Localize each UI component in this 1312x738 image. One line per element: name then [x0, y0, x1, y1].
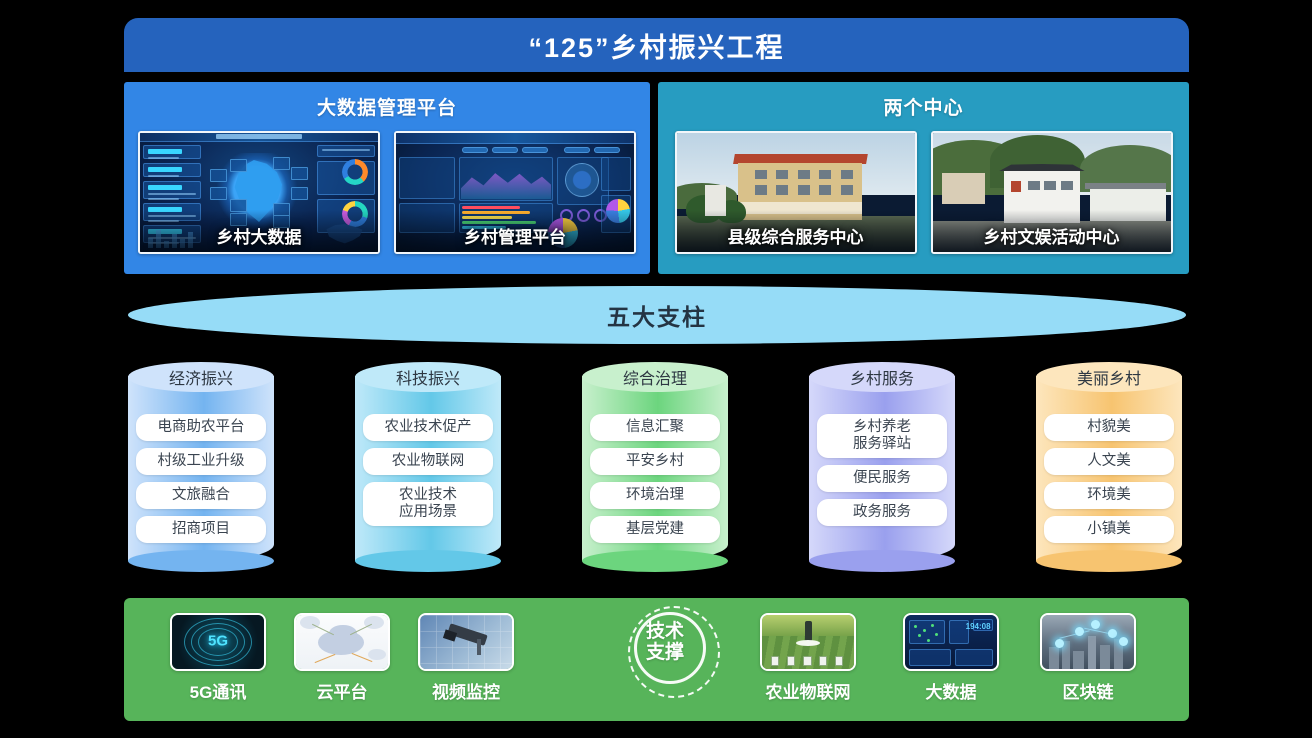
tech-item-label: 区块链	[1062, 683, 1114, 702]
tech-item-label: 云平台	[316, 683, 368, 702]
tech-item-label: 农业物联网	[765, 683, 851, 702]
pillar-title: 美丽乡村	[1076, 371, 1141, 388]
card-rural-management-platform[interactable]: 乡村管理平台	[394, 131, 636, 254]
pillar-title: 科技振兴	[395, 371, 460, 388]
pillar-item[interactable]: 电商助农平台	[136, 414, 266, 442]
pillar-top: 综合治理	[582, 362, 728, 392]
pillar-base	[582, 550, 728, 572]
pillar-cylinder-3[interactable]: 综合治理信息汇聚平安乡村环境治理基层党建	[582, 362, 728, 572]
big-data-icon: 194:08	[903, 613, 999, 671]
tech-item-5g-network[interactable]: 5G 5G通讯	[166, 613, 270, 703]
pillar-cylinder-5[interactable]: 美丽乡村村貌美人文美环境美小镇美	[1036, 362, 1182, 572]
pillar-items: 电商助农平台 村级工业升级 文旅融合招商项目	[136, 414, 266, 550]
tech-item-agriculture-iot[interactable]: 农业物联网	[756, 613, 860, 703]
pillar-title: 乡村服务	[849, 371, 914, 388]
tech-item-cloud-platform[interactable]: 云平台	[290, 613, 394, 703]
cloud-platform-icon	[294, 613, 390, 671]
video-surveillance-icon	[418, 613, 514, 671]
tech-item-label: 视频监控	[432, 683, 500, 702]
tech-item-blockchain[interactable]: 区块链	[1036, 613, 1140, 703]
card-county-service-center[interactable]: 县级综合服务中心	[674, 131, 917, 254]
tech-support-badge-text: 技术 支撑	[636, 621, 694, 663]
pillar-item[interactable]: 小镇美	[1044, 516, 1174, 544]
pillar-item[interactable]: 平安乡村	[590, 448, 720, 476]
pillar-top: 乡村服务	[809, 362, 955, 392]
pillar-base	[128, 550, 274, 572]
pillar-item[interactable]: 环境美	[1044, 482, 1174, 510]
pillar-top: 美丽乡村	[1036, 362, 1182, 392]
five-pillars-banner: 五大支柱	[128, 286, 1186, 344]
tech-support-badge: 技术 支撑	[628, 606, 720, 698]
pillar-item[interactable]: 政务服务	[817, 499, 947, 527]
panel-big-data-platform: 大数据管理平台 乡村大数据 乡村管理平台	[124, 82, 650, 274]
card-culture-activity-center[interactable]: 乡村文娱活动中心	[930, 131, 1173, 254]
tech-item-label: 5G通讯	[189, 683, 247, 702]
agriculture-iot-icon	[760, 613, 856, 671]
pillar-item[interactable]: 环境治理	[590, 482, 720, 510]
pillar-cylinder-4[interactable]: 乡村服务乡村养老 服务驿站便民服务政务服务	[809, 362, 955, 572]
card-rural-big-data[interactable]: 乡村大数据	[138, 131, 380, 254]
tech-item-big-data[interactable]: 194:08 大数据	[899, 613, 1003, 703]
pillar-items: 乡村养老 服务驿站便民服务政务服务	[817, 414, 947, 533]
pillar-item[interactable]: 人文美	[1044, 448, 1174, 476]
pillar-item[interactable]: 农业技术促产	[363, 414, 493, 442]
panel-right-cards: 县级综合服务中心 乡村文娱活动中心	[674, 131, 1173, 254]
card-caption: 乡村文娱活动中心	[983, 228, 1120, 247]
pillar-item[interactable]: 招商项目	[136, 516, 266, 544]
pillar-top: 科技振兴	[355, 362, 501, 392]
card-caption: 乡村大数据	[216, 228, 302, 247]
pillar-base	[809, 550, 955, 572]
pillar-cylinder-2[interactable]: 科技振兴农业技术促产 农业物联网农业技术 应用场景	[355, 362, 501, 572]
panel-title-left: 大数据管理平台	[316, 98, 457, 119]
pillar-item[interactable]: 村貌美	[1044, 414, 1174, 442]
pillar-base	[1036, 550, 1182, 572]
page-title: “125”乡村振兴工程	[528, 32, 785, 63]
pillar-item[interactable]: 基层党建	[590, 516, 720, 544]
pillar-item[interactable]: 乡村养老 服务驿站	[817, 414, 947, 459]
pillar-items: 农业技术促产 农业物联网农业技术 应用场景	[363, 414, 493, 533]
card-caption: 乡村管理平台	[464, 228, 566, 247]
5g-network-icon: 5G	[170, 613, 266, 671]
panel-two-centers: 两个中心 县级综合服务中心 乡村文娱活动中心	[658, 82, 1189, 274]
pillar-item[interactable]: 村级工业升级	[136, 448, 266, 476]
pillar-item[interactable]: 信息汇聚	[590, 414, 720, 442]
pillar-title: 经济振兴	[168, 371, 233, 388]
badge-line-2: 支撑	[645, 641, 684, 663]
panel-title-right: 两个中心	[883, 98, 964, 119]
blockchain-icon	[1040, 613, 1136, 671]
pillar-base	[355, 550, 501, 572]
pillar-item[interactable]: 文旅融合	[136, 482, 266, 510]
panel-left-cards: 乡村大数据 乡村管理平台	[138, 131, 636, 254]
badge-line-1: 技术	[645, 621, 684, 642]
tech-item-label: 大数据	[925, 683, 977, 702]
diagram-canvas: “125”乡村振兴工程 大数据管理平台 乡村大数据 乡村管理平台 两个中心 县级…	[0, 0, 1312, 738]
pillar-item[interactable]: 农业物联网	[363, 448, 493, 476]
pillar-top: 经济振兴	[128, 362, 274, 392]
pillar-items: 信息汇聚平安乡村环境治理基层党建	[590, 414, 720, 550]
five-pillars-label: 五大支柱	[607, 304, 707, 330]
pillar-title: 综合治理	[622, 371, 687, 388]
tech-item-video-surveillance[interactable]: 视频监控	[414, 613, 518, 703]
pillar-items: 村貌美人文美环境美小镇美	[1044, 414, 1174, 550]
pillar-cylinder-1[interactable]: 经济振兴电商助农平台 村级工业升级 文旅融合招商项目	[128, 362, 274, 572]
pillar-item[interactable]: 农业技术 应用场景	[363, 482, 493, 527]
card-caption: 县级综合服务中心	[727, 228, 864, 247]
main-title-banner: “125”乡村振兴工程	[124, 18, 1189, 72]
pillar-item[interactable]: 便民服务	[817, 465, 947, 493]
